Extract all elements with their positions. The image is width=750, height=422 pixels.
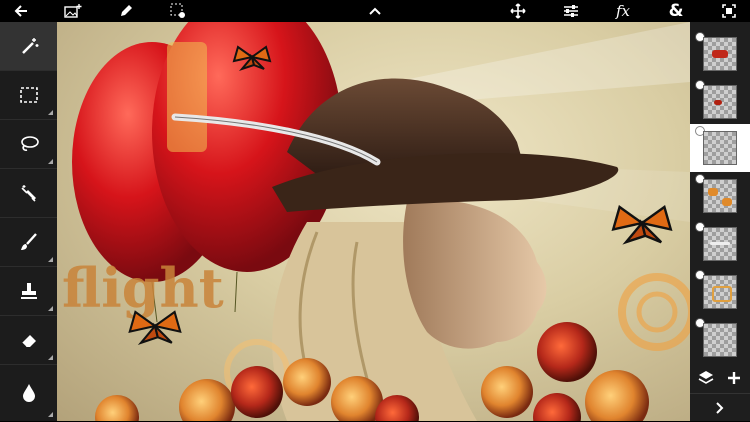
collapse-button[interactable] <box>360 0 390 22</box>
pencil-icon <box>121 5 132 16</box>
layers-panel <box>690 22 750 421</box>
layer-thumbnail <box>703 179 737 213</box>
layer-thumbnail <box>703 275 737 309</box>
chevron-up-icon <box>369 7 381 15</box>
tool-options-indicator <box>48 306 53 311</box>
fx-icon: fx <box>615 2 630 20</box>
layer-actions-row <box>690 364 750 392</box>
wand-select-icon <box>20 185 36 202</box>
blend-button[interactable]: & <box>661 0 691 22</box>
tool-stamp[interactable] <box>0 267 57 316</box>
lasso-icon <box>20 136 39 151</box>
layer-item[interactable] <box>690 220 750 268</box>
layers-icon <box>698 371 714 384</box>
tool-blur[interactable] <box>0 365 57 421</box>
clone-stamp-icon <box>20 283 37 299</box>
layer-thumbnail <box>703 323 737 357</box>
layer-thumbnail <box>703 37 737 71</box>
layer-item[interactable] <box>690 78 750 126</box>
tool-eraser[interactable] <box>0 316 57 365</box>
tool-rectangle-select[interactable] <box>0 71 57 120</box>
tool-lasso[interactable] <box>0 120 57 169</box>
fullscreen-icon <box>722 4 736 18</box>
drop-icon <box>22 384 35 402</box>
top-toolbar: fx & <box>0 0 750 22</box>
chevron-right-icon <box>716 402 724 414</box>
flight-text: flight <box>62 256 224 320</box>
layer-thumbnail <box>703 131 737 165</box>
add-image-icon <box>64 4 82 18</box>
add-layer-button[interactable] <box>726 370 742 391</box>
tool-brush[interactable] <box>0 218 57 267</box>
tool-options-indicator <box>48 355 53 360</box>
marquee-icon <box>19 87 38 103</box>
selection-settings-icon <box>170 3 185 18</box>
image-canvas[interactable]: flight <box>57 22 690 421</box>
fullscreen-button[interactable] <box>714 0 744 22</box>
layers-button[interactable] <box>698 370 714 391</box>
expand-panel-button[interactable] <box>690 393 750 422</box>
layer-item[interactable] <box>690 172 750 220</box>
back-arrow-icon <box>14 5 27 17</box>
layer-thumbnail <box>703 227 737 261</box>
layer-item[interactable] <box>690 268 750 316</box>
move-button[interactable] <box>503 0 533 22</box>
move-icon <box>510 3 526 19</box>
artwork-image: flight <box>62 22 690 421</box>
tool-options-indicator <box>48 257 53 262</box>
magic-wand-icon <box>21 38 38 54</box>
adjust-button[interactable] <box>556 0 586 22</box>
tool-magic-wand[interactable] <box>0 22 57 71</box>
pencil-button[interactable] <box>111 0 141 22</box>
brush-icon <box>20 233 37 250</box>
layer-item[interactable] <box>690 30 750 78</box>
layer-thumbnail <box>703 85 737 119</box>
selection-button[interactable] <box>163 0 193 22</box>
layer-item[interactable] <box>690 316 750 364</box>
tool-options-indicator <box>48 110 53 115</box>
sliders-icon <box>564 5 578 17</box>
add-image-button[interactable] <box>58 0 88 22</box>
plus-icon <box>728 372 740 384</box>
layer-item-selected[interactable] <box>690 124 750 172</box>
tool-wand-select[interactable] <box>0 169 57 218</box>
fx-button[interactable]: fx <box>608 0 638 22</box>
tool-sidebar <box>0 22 57 421</box>
tool-options-indicator <box>48 412 53 417</box>
tool-options-indicator <box>48 159 53 164</box>
ampersand-icon: & <box>668 1 684 21</box>
eraser-icon <box>21 335 36 348</box>
back-button[interactable] <box>6 0 36 22</box>
